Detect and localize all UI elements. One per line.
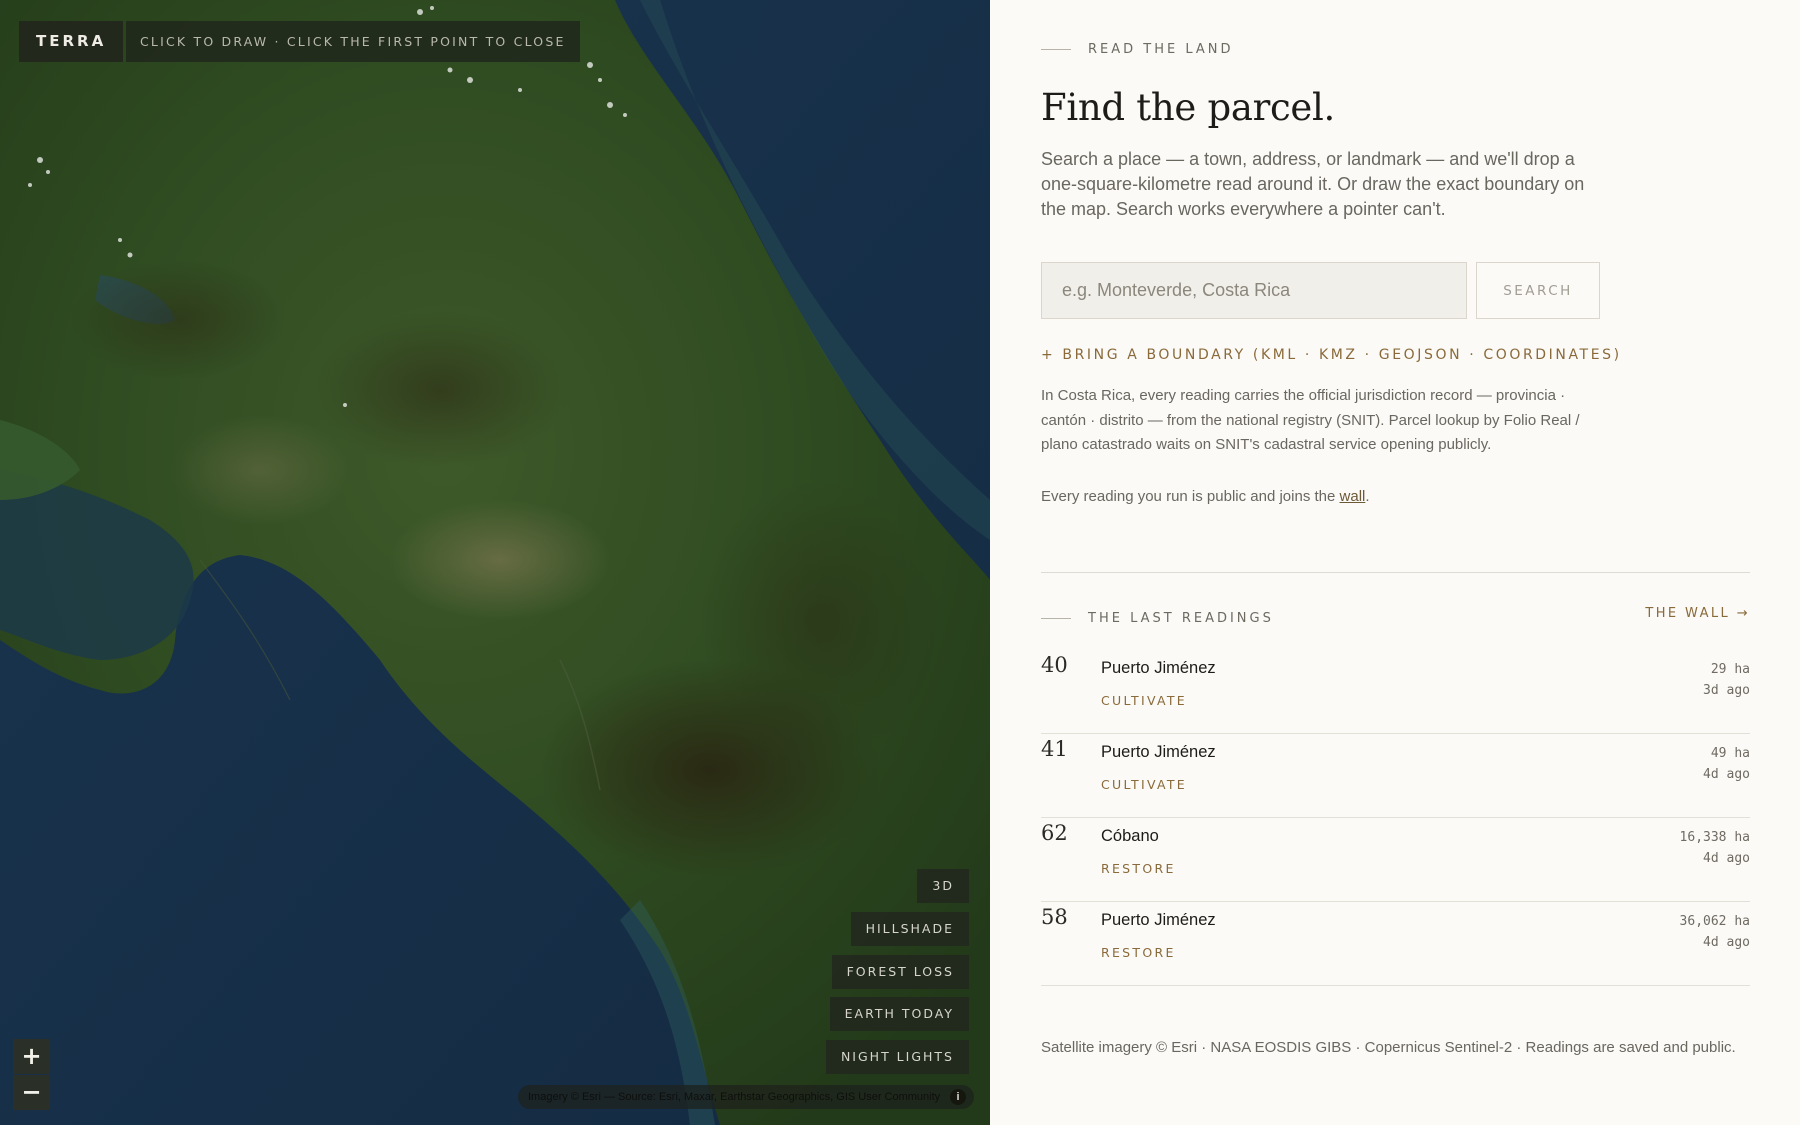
draw-instruction: CLICK TO DRAW · CLICK THE FIRST POINT TO… [126,21,580,62]
section-divider [1041,572,1750,573]
eyebrow-rule [1041,49,1071,50]
map-attribution: Imagery © Esri — Source: Esri, Maxar, Ea… [518,1085,974,1109]
side-panel: READ THE LAND Find the parcel. Search a … [990,0,1800,1125]
layer-night-lights-button[interactable]: NIGHT LIGHTS [825,1040,969,1074]
reading-number: 58 [1041,905,1068,929]
layer-earth-today-button[interactable]: EARTH TODAY [829,997,969,1031]
eyebrow-label: READ THE LAND [1088,42,1234,57]
intro-text: Search a place — a town, address, or lan… [1041,149,1585,219]
reading-place: Cóbano [1101,827,1159,845]
reading-time: 4d ago [1703,935,1750,950]
readings-heading: THE LAST READINGS [1041,611,1274,626]
reading-place: Puerto Jiménez [1101,743,1216,761]
attribution-text: Imagery © Esri — Source: Esri, Maxar, Ea… [528,1091,941,1103]
reading-place: Puerto Jiménez [1101,659,1216,677]
reading-action: RESTORE [1101,945,1176,960]
bring-boundary-link[interactable]: + BRING A BOUNDARY (KML · KMZ · GEOJSON … [1041,347,1622,363]
reading-row[interactable]: 41 Puerto Jiménez CULTIVATE 49 ha 4d ago [1041,734,1750,818]
reading-number: 62 [1041,821,1068,845]
wall-note-end: . [1365,488,1370,505]
satellite-map[interactable]: TERRA CLICK TO DRAW · CLICK THE FIRST PO… [0,0,990,1125]
reading-row[interactable]: 58 Puerto Jiménez RESTORE 36,062 ha 4d a… [1041,902,1750,986]
reading-number: 40 [1041,653,1068,677]
wall-inline-link[interactable]: wall [1340,488,1366,505]
wall-note: Every reading you run is public and join… [1041,488,1370,505]
reading-row[interactable]: 62 Cóbano RESTORE 16,338 ha 4d ago [1041,818,1750,902]
info-icon[interactable]: i [950,1089,966,1105]
reading-place: Puerto Jiménez [1101,911,1216,929]
layer-hillshade-button[interactable]: HILLSHADE [850,912,969,946]
reading-action: CULTIVATE [1101,693,1188,708]
reading-area: 36,062 ha [1679,914,1750,929]
reading-area: 49 ha [1710,746,1750,761]
search-button[interactable]: SEARCH [1476,262,1600,319]
section-eyebrow: READ THE LAND [1041,42,1234,57]
reading-area: 29 ha [1710,662,1750,677]
reading-time: 4d ago [1703,767,1750,782]
the-wall-link[interactable]: THE WALL → [1645,606,1750,621]
readings-list: 40 Puerto Jiménez CULTIVATE 29 ha 3d ago… [1041,650,1750,986]
search-input[interactable] [1041,262,1467,319]
zoom-in-button[interactable]: + [13,1039,50,1074]
zoom-out-button[interactable]: − [13,1075,50,1110]
imagery-credits: Satellite imagery © Esri · NASA EOSDIS G… [1041,1039,1736,1056]
wall-note-text: Every reading you run is public and join… [1041,488,1340,505]
brand-logo: TERRA [19,21,124,62]
readings-heading-label: THE LAST READINGS [1088,611,1274,626]
reading-action: CULTIVATE [1101,777,1188,792]
reading-action: RESTORE [1101,861,1176,876]
layer-forest-loss-button[interactable]: FOREST LOSS [831,955,969,989]
page-title: Find the parcel. [1041,86,1335,129]
jurisdiction-note: In Costa Rica, every reading carries the… [1041,387,1580,453]
reading-area: 16,338 ha [1679,830,1750,845]
reading-time: 3d ago [1703,683,1750,698]
reading-row[interactable]: 40 Puerto Jiménez CULTIVATE 29 ha 3d ago [1041,650,1750,734]
reading-time: 4d ago [1703,851,1750,866]
reading-number: 41 [1041,737,1068,761]
readings-heading-rule [1041,618,1071,619]
layer-3d-button[interactable]: 3D [917,869,969,903]
